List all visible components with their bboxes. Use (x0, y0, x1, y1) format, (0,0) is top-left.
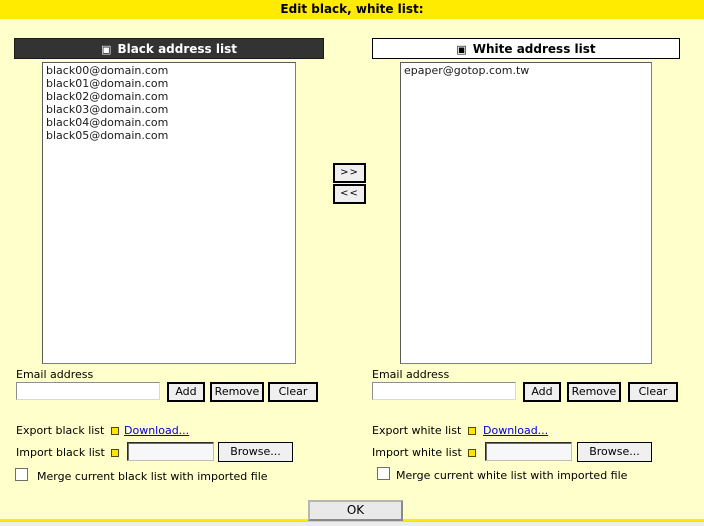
export-black-option-square-icon[interactable] (111, 427, 119, 435)
black-browse-button[interactable]: Browse... (218, 442, 293, 462)
white-list-header[interactable]: ▣ White address list (372, 38, 680, 59)
move-to-black-button[interactable]: << (333, 184, 366, 204)
page-title: Edit black, white list: (0, 0, 704, 19)
white-import-file-input[interactable] (485, 442, 572, 461)
white-list-select-icon: ▣ (456, 43, 466, 56)
white-email-input[interactable] (372, 382, 516, 400)
white-remove-button[interactable]: Remove (567, 382, 621, 402)
ok-button[interactable]: OK (308, 500, 403, 521)
import-black-option-square-icon[interactable] (111, 449, 119, 457)
bottom-strip (0, 521, 704, 526)
list-item[interactable]: black04@domain.com (46, 116, 295, 129)
white-clear-button[interactable]: Clear (628, 382, 678, 402)
white-merge-checkbox[interactable] (377, 467, 390, 480)
white-download-link[interactable]: Download... (483, 424, 548, 437)
export-white-option-square-icon[interactable] (468, 427, 476, 435)
white-list-header-label: White address list (473, 42, 596, 56)
export-white-list-label: Export white list (372, 424, 461, 437)
black-list-select-icon: ▣ (101, 43, 111, 56)
black-clear-button[interactable]: Clear (268, 382, 318, 402)
white-merge-label: Merge current white list with imported f… (396, 469, 627, 482)
black-remove-button[interactable]: Remove (210, 382, 264, 402)
white-add-button[interactable]: Add (523, 382, 561, 402)
edit-black-white-list-dialog: Edit black, white list: ▣ Black address l… (0, 0, 704, 526)
white-email-address-label: Email address (372, 368, 449, 381)
black-import-file-input[interactable] (127, 442, 214, 461)
import-white-list-label: Import white list (372, 446, 462, 459)
black-list-header-label: Black address list (117, 42, 237, 56)
export-black-list-label: Export black list (16, 424, 104, 437)
move-to-white-button[interactable]: >> (333, 163, 366, 183)
list-item[interactable]: epaper@gotop.com.tw (404, 64, 651, 77)
black-merge-checkbox[interactable] (15, 468, 28, 481)
black-address-listbox[interactable]: black00@domain.com black01@domain.com bl… (42, 62, 296, 364)
list-item[interactable]: black02@domain.com (46, 90, 295, 103)
white-address-listbox[interactable]: epaper@gotop.com.tw (400, 62, 652, 364)
black-email-address-label: Email address (16, 368, 93, 381)
black-merge-label: Merge current black list with imported f… (37, 470, 268, 483)
list-item[interactable]: black05@domain.com (46, 129, 295, 142)
black-email-input[interactable] (16, 382, 160, 400)
white-browse-button[interactable]: Browse... (577, 442, 652, 462)
list-item[interactable]: black01@domain.com (46, 77, 295, 90)
import-black-list-label: Import black list (16, 446, 105, 459)
list-item[interactable]: black00@domain.com (46, 64, 295, 77)
black-add-button[interactable]: Add (167, 382, 205, 402)
black-download-link[interactable]: Download... (124, 424, 189, 437)
black-list-header[interactable]: ▣ Black address list (14, 38, 324, 59)
import-white-option-square-icon[interactable] (468, 449, 476, 457)
list-item[interactable]: black03@domain.com (46, 103, 295, 116)
